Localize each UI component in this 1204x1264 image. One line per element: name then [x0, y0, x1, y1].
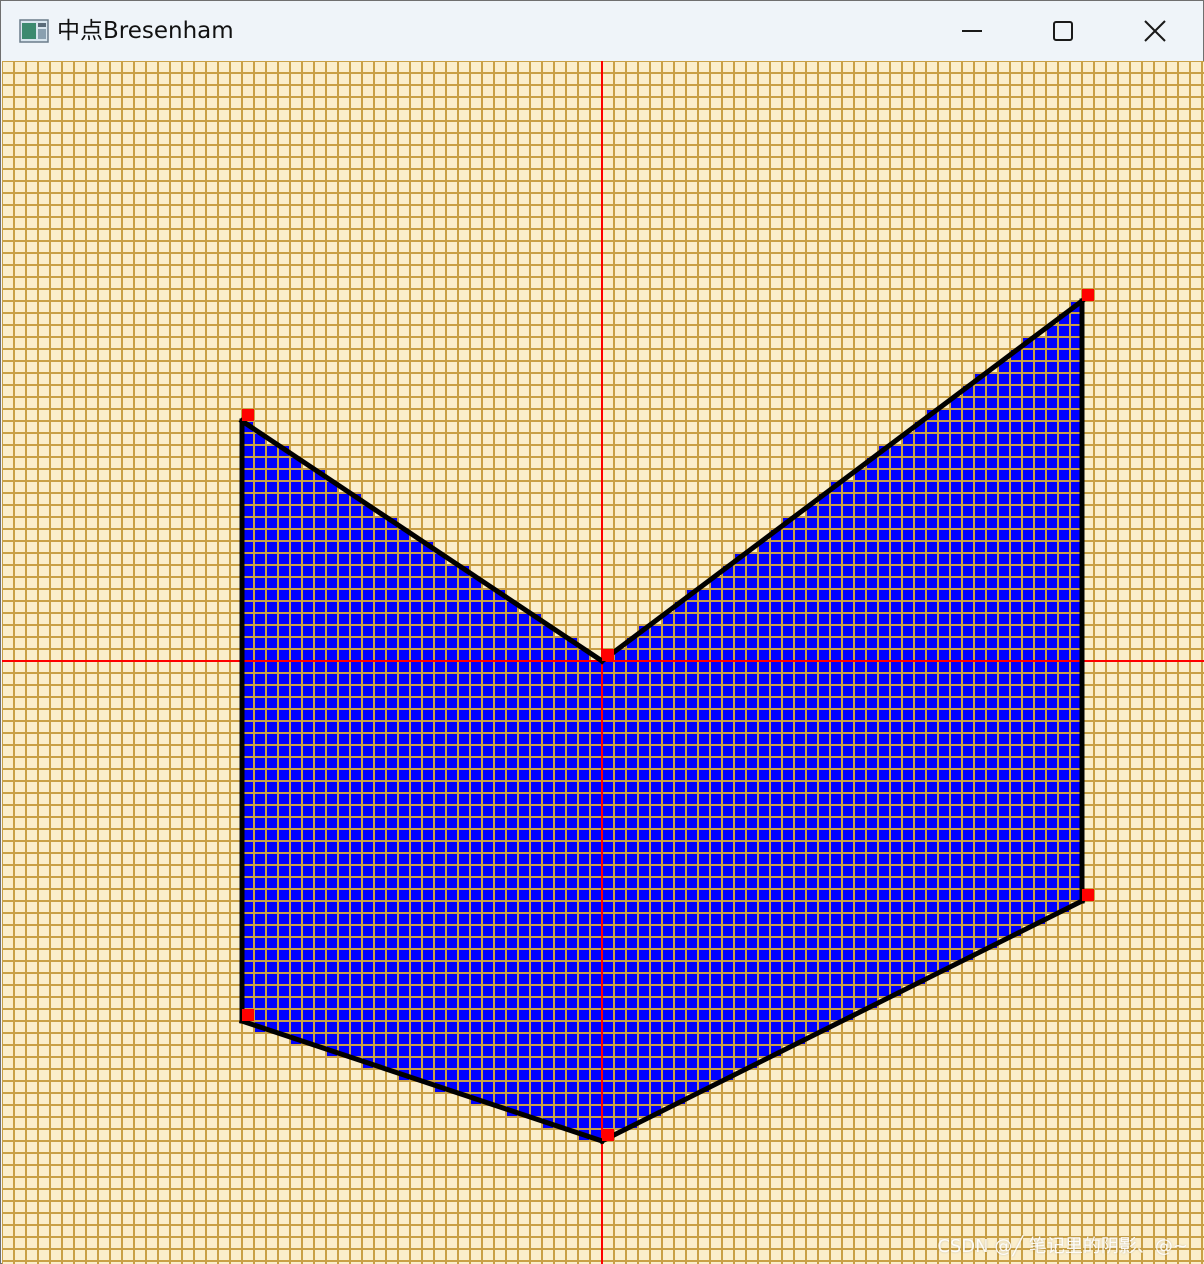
title-bar[interactable]: 中点Bresenham: [1, 1, 1203, 61]
app-window: 中点Bresenham CSDN @╱ 笔记里的阴影、@~: [0, 0, 1204, 1264]
vertex-marker: [242, 409, 254, 421]
vertex-marker: [1082, 889, 1094, 901]
close-icon: [1144, 20, 1166, 42]
minimize-button[interactable]: [926, 1, 1018, 61]
app-icon: [19, 19, 49, 43]
minimize-icon: [962, 30, 982, 32]
vertex-marker: [602, 1129, 614, 1141]
maximize-icon: [1053, 21, 1073, 41]
drawing-canvas[interactable]: CSDN @╱ 笔记里的阴影、@~: [2, 61, 1204, 1264]
vertex-marker: [602, 649, 614, 661]
window-title: 中点Bresenham: [57, 18, 234, 44]
close-button[interactable]: [1109, 1, 1201, 61]
vertex-marker: [242, 1009, 254, 1021]
maximize-button[interactable]: [1017, 1, 1109, 61]
vertex-marker: [1082, 289, 1094, 301]
pixel-grid-canvas: [2, 61, 1204, 1264]
watermark: CSDN @╱ 笔记里的阴影、@~: [937, 1236, 1188, 1257]
